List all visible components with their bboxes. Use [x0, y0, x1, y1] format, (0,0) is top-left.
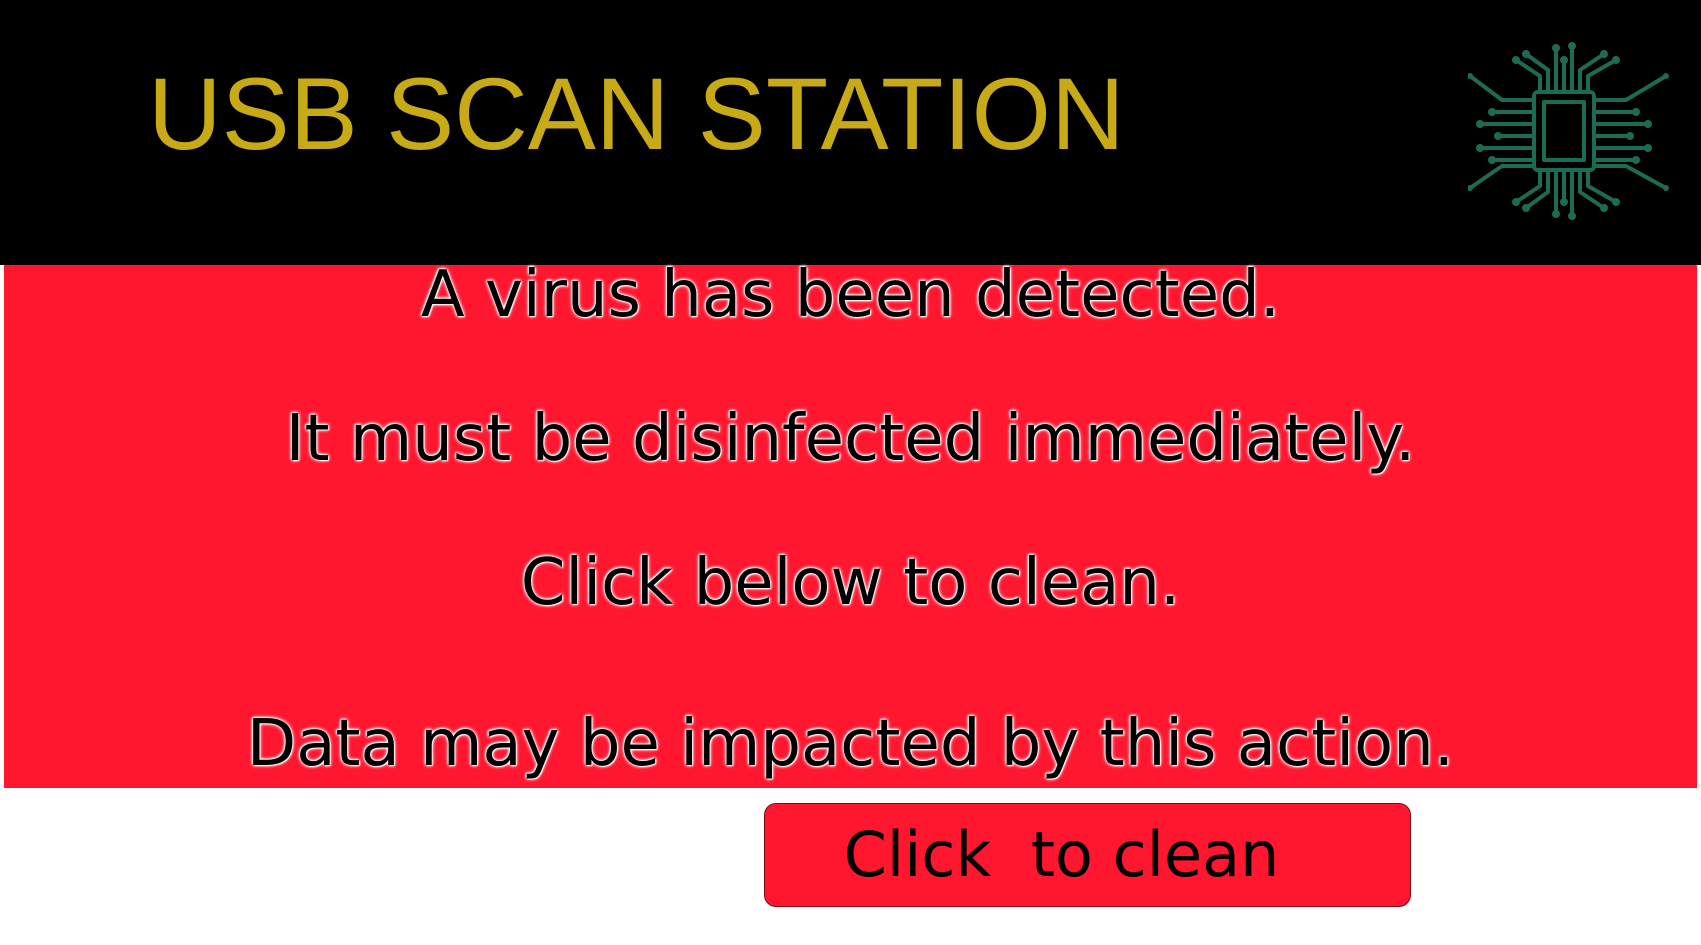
- clean-button-label: Click to clean: [843, 818, 1280, 891]
- station-title: USB SCAN STATION: [148, 57, 1125, 171]
- circuit-chip-icon: [1467, 42, 1672, 220]
- clean-instruction-message: Click below to clean.: [520, 546, 1181, 620]
- virus-alert-panel: A virus has been detected. It must be di…: [4, 258, 1697, 788]
- disinfect-message: It must be disinfected immediately.: [285, 402, 1416, 476]
- usb-scan-station-page: USB SCAN STATION A virus has been detect…: [0, 0, 1701, 945]
- station-header: USB SCAN STATION: [0, 0, 1701, 265]
- data-impact-warning: Data may be impacted by this action.: [246, 707, 1455, 781]
- virus-detected-message: A virus has been detected.: [420, 258, 1281, 332]
- click-to-clean-button[interactable]: Click to clean: [764, 803, 1411, 907]
